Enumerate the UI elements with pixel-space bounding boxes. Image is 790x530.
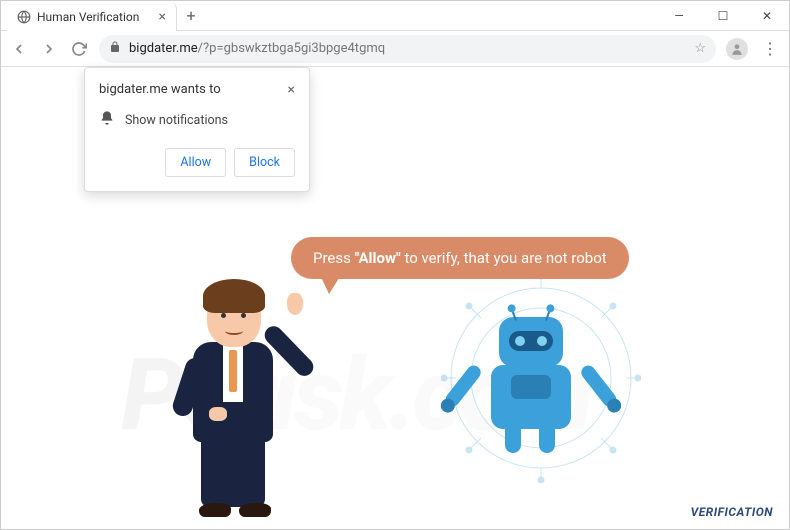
browser-tab[interactable]: Human Verification × (7, 3, 177, 31)
notification-permission-popup: bigdater.me wants to × Show notification… (84, 67, 310, 192)
globe-icon (17, 10, 31, 24)
robot-illustration (461, 307, 601, 467)
bell-icon (99, 110, 115, 130)
minimize-button[interactable]: — (657, 1, 701, 31)
window-close-button[interactable]: ✕ (745, 1, 789, 31)
address-bar[interactable]: bigdater.me/?p=gbswkztbga5gi3bpge4tgmq ☆ (99, 35, 716, 63)
window-titlebar: Human Verification × + — ☐ ✕ (1, 1, 789, 31)
close-icon[interactable]: × (288, 82, 295, 98)
bookmark-star-icon[interactable]: ☆ (694, 41, 706, 56)
tab-close-icon[interactable]: × (159, 9, 166, 25)
allow-button[interactable]: Allow (165, 148, 226, 177)
footer-verification-label: VERIFICATION (691, 505, 773, 519)
reload-button[interactable] (69, 39, 89, 59)
speech-bubble: Press "Allow" to verify, that you are no… (291, 237, 629, 279)
block-button[interactable]: Block (234, 148, 295, 177)
businessman-illustration (171, 287, 301, 517)
forward-button[interactable] (39, 39, 59, 59)
browser-toolbar: bigdater.me/?p=gbswkztbga5gi3bpge4tgmq ☆… (1, 31, 789, 67)
permission-message: Show notifications (125, 113, 228, 128)
back-button[interactable] (9, 39, 29, 59)
profile-avatar[interactable] (726, 38, 748, 60)
kebab-menu-icon[interactable]: ⋮ (758, 39, 781, 58)
url-text: bigdater.me/?p=gbswkztbga5gi3bpge4tgmq (129, 41, 385, 56)
new-tab-button[interactable]: + (177, 6, 205, 25)
lock-icon (109, 41, 121, 56)
permission-title: bigdater.me wants to (99, 82, 221, 97)
tab-title: Human Verification (37, 10, 153, 24)
maximize-button[interactable]: ☐ (701, 1, 745, 31)
